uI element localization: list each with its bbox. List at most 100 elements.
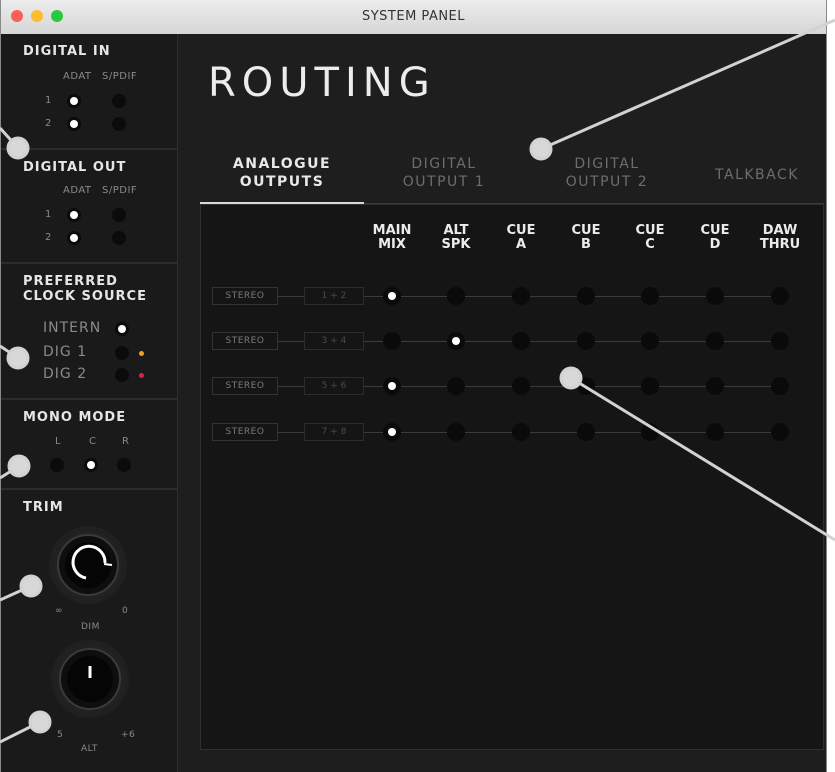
route-node-r3-main-mix[interactable] bbox=[383, 377, 401, 395]
route-node-r4-main-mix[interactable] bbox=[383, 423, 401, 441]
route-node-r2-cue-b[interactable] bbox=[577, 332, 595, 350]
route-node-r2-alt-spk[interactable] bbox=[447, 332, 465, 350]
column-header-line1: ALT bbox=[443, 223, 469, 238]
digital-out-title: DIGITAL OUT bbox=[23, 160, 127, 175]
column-header-line1: DAW bbox=[762, 223, 798, 238]
column-header-line2: A bbox=[515, 237, 527, 252]
route-node-r1-cue-a[interactable] bbox=[512, 287, 530, 305]
route-node-r3-daw-thru[interactable] bbox=[771, 377, 789, 395]
row-mode-button[interactable]: STEREO bbox=[212, 377, 278, 395]
route-node-r4-cue-a[interactable] bbox=[512, 423, 530, 441]
clock-dig1-radio[interactable] bbox=[115, 346, 129, 360]
sidebar: DIGITAL IN ADAT S/PDIF 1 2 DIGITAL OUT A… bbox=[1, 34, 178, 772]
route-node-r2-cue-a[interactable] bbox=[512, 332, 530, 350]
digital-out-2-adat-radio[interactable] bbox=[67, 231, 81, 245]
column-header-daw-thru: DAW THRU bbox=[755, 224, 805, 252]
row-pair-label: 7 + 8 bbox=[304, 423, 364, 441]
route-node-r3-cue-d[interactable] bbox=[706, 377, 724, 395]
column-header-line2: D bbox=[709, 237, 721, 252]
mono-c-radio[interactable] bbox=[84, 458, 98, 472]
digital-out-section: DIGITAL OUT ADAT S/PDIF 1 2 bbox=[1, 150, 177, 264]
route-node-r4-alt-spk[interactable] bbox=[447, 423, 465, 441]
route-node-r2-main-mix[interactable] bbox=[383, 332, 401, 350]
trim-section: TRIM ∞ 0 DIM 5 +6 ALT bbox=[1, 490, 177, 772]
digital-out-1-spdif-radio[interactable] bbox=[112, 208, 126, 222]
route-node-r2-cue-d[interactable] bbox=[706, 332, 724, 350]
digital-out-1-adat-radio[interactable] bbox=[67, 208, 81, 222]
tab-analogue-outputs[interactable]: ANALOGUE OUTPUTS bbox=[200, 155, 364, 191]
route-node-r1-cue-b[interactable] bbox=[577, 287, 595, 305]
route-node-r1-daw-thru[interactable] bbox=[771, 287, 789, 305]
app-window: SYSTEM PANEL DIGITAL IN ADAT S/PDIF 1 2 … bbox=[0, 0, 827, 772]
column-header-alt-spk: ALT SPK bbox=[431, 224, 481, 252]
column-header-line1: CUE bbox=[700, 223, 730, 238]
column-header-line1: CUE bbox=[571, 223, 601, 238]
clock-intern-radio[interactable] bbox=[115, 322, 129, 336]
mono-r-label: R bbox=[122, 436, 130, 447]
route-node-r4-cue-d[interactable] bbox=[706, 423, 724, 441]
alt-knob[interactable] bbox=[51, 640, 129, 718]
digital-in-2-spdif-radio[interactable] bbox=[112, 117, 126, 131]
route-node-r1-alt-spk[interactable] bbox=[447, 287, 465, 305]
row-mode-button[interactable]: STEREO bbox=[212, 332, 278, 350]
route-node-r4-cue-c[interactable] bbox=[641, 423, 659, 441]
clock-title-line2: CLOCK SOURCE bbox=[23, 289, 147, 304]
clock-dig2-radio[interactable] bbox=[115, 368, 129, 382]
route-node-r3-cue-c[interactable] bbox=[641, 377, 659, 395]
column-header-line1: CUE bbox=[506, 223, 536, 238]
route-node-r3-cue-a[interactable] bbox=[512, 377, 530, 395]
row-pair-label: 3 + 4 bbox=[304, 332, 364, 350]
clock-source-section: PREFERRED CLOCK SOURCE INTERN DIG 1 DIG … bbox=[1, 264, 177, 400]
column-header-line2: C bbox=[645, 237, 655, 252]
route-node-r2-daw-thru[interactable] bbox=[771, 332, 789, 350]
dim-min-label: ∞ bbox=[55, 606, 63, 616]
route-node-r4-daw-thru[interactable] bbox=[771, 423, 789, 441]
tab-label-line1: TALKBACK bbox=[715, 167, 799, 183]
tab-label-line1: ANALOGUE bbox=[232, 156, 332, 172]
tab-label-line2: OUTPUT 2 bbox=[565, 174, 649, 190]
trim-title: TRIM bbox=[23, 500, 64, 515]
clock-intern-label: INTERN bbox=[43, 320, 102, 336]
digital-in-2-adat-radio[interactable] bbox=[67, 117, 81, 131]
digital-out-row-1-label: 1 bbox=[45, 209, 52, 220]
mono-l-radio[interactable] bbox=[50, 458, 64, 472]
route-node-r2-cue-c[interactable] bbox=[641, 332, 659, 350]
digital-in-title: DIGITAL IN bbox=[23, 44, 111, 59]
row-mode-button[interactable]: STEREO bbox=[212, 423, 278, 441]
column-header-line1: CUE bbox=[635, 223, 665, 238]
digital-in-row-1-label: 1 bbox=[45, 95, 52, 106]
mono-c-label: C bbox=[89, 436, 97, 447]
column-header-cue-c: CUE C bbox=[625, 224, 675, 252]
tab-label-line2: OUTPUTS bbox=[239, 174, 325, 190]
tab-digital-output-1[interactable]: DIGITAL OUTPUT 1 bbox=[364, 155, 524, 191]
route-node-r1-main-mix[interactable] bbox=[383, 287, 401, 305]
mono-mode-section: MONO MODE L C R bbox=[1, 400, 177, 490]
digital-in-1-adat-radio[interactable] bbox=[67, 94, 81, 108]
alt-knob-label: ALT bbox=[81, 744, 98, 754]
digital-out-2-spdif-radio[interactable] bbox=[112, 231, 126, 245]
column-header-cue-b: CUE B bbox=[561, 224, 611, 252]
tab-talkback[interactable]: TALKBACK bbox=[690, 166, 824, 184]
clock-dig1-label: DIG 1 bbox=[43, 344, 88, 360]
route-node-r4-cue-b[interactable] bbox=[577, 423, 595, 441]
row-mode-button[interactable]: STEREO bbox=[212, 287, 278, 305]
page-title: ROUTING bbox=[208, 60, 436, 106]
column-header-cue-a: CUE A bbox=[496, 224, 546, 252]
mono-r-radio[interactable] bbox=[117, 458, 131, 472]
route-node-r1-cue-d[interactable] bbox=[706, 287, 724, 305]
tab-digital-output-2[interactable]: DIGITAL OUTPUT 2 bbox=[524, 155, 690, 191]
route-node-r1-cue-c[interactable] bbox=[641, 287, 659, 305]
column-header-line2: MIX bbox=[378, 237, 406, 252]
column-header-main-mix: MAIN MIX bbox=[367, 224, 417, 252]
dig1-led-indicator bbox=[139, 351, 144, 356]
column-header-line2: B bbox=[581, 237, 591, 252]
dim-knob[interactable] bbox=[49, 526, 127, 604]
route-node-r3-alt-spk[interactable] bbox=[447, 377, 465, 395]
title-bar: SYSTEM PANEL bbox=[1, 0, 826, 35]
digital-in-row-2-label: 2 bbox=[45, 118, 52, 129]
digital-in-1-spdif-radio[interactable] bbox=[112, 94, 126, 108]
alt-max-label: +6 bbox=[121, 730, 136, 740]
tab-label-line1: DIGITAL bbox=[411, 156, 477, 172]
row-pair-label: 1 + 2 bbox=[304, 287, 364, 305]
route-node-r3-cue-b[interactable] bbox=[577, 377, 595, 395]
